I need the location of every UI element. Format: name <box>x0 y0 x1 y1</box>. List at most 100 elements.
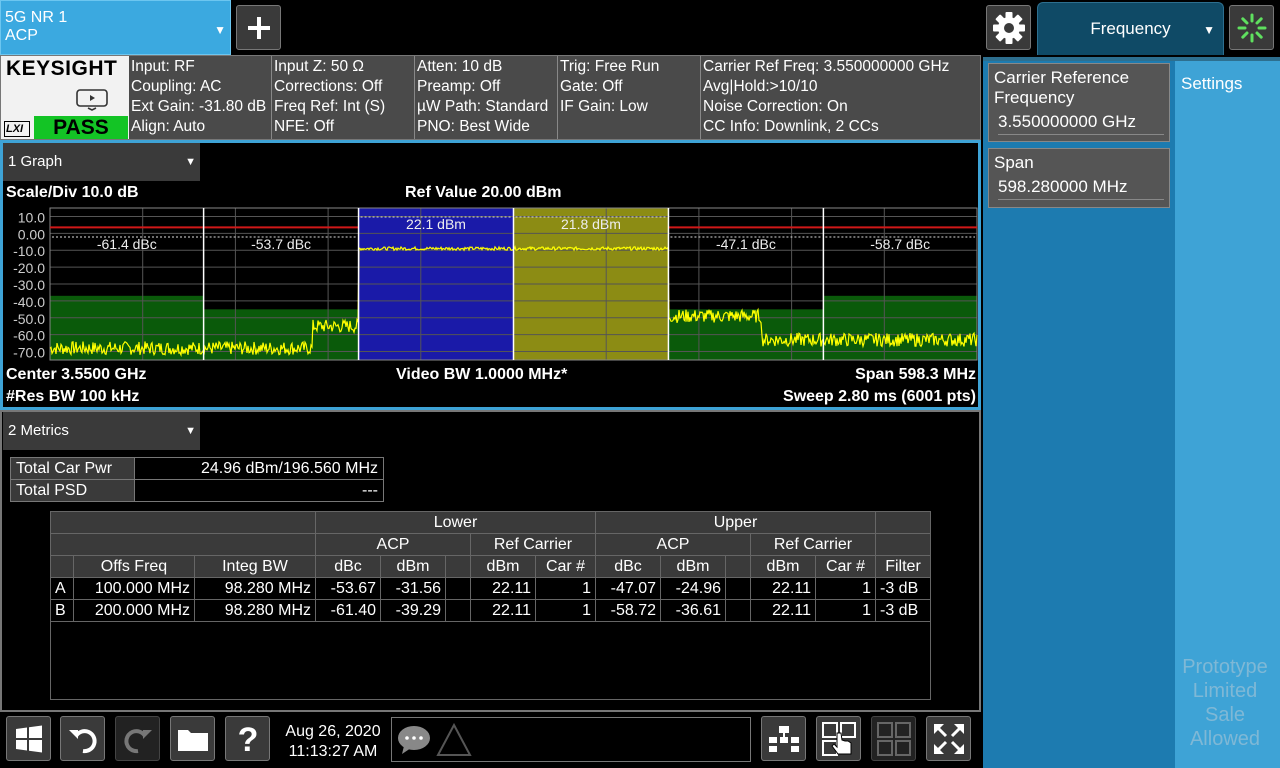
mode-name: 5G NR 1 <box>5 9 68 26</box>
info-gate: Gate: Off <box>560 78 623 95</box>
span-value[interactable]: 598.280000 MHz <box>998 177 1164 200</box>
header-lower-acp: ACP <box>315 533 471 556</box>
layout-icon <box>768 725 799 752</box>
dropdown-arrow-icon: ▼ <box>214 23 226 37</box>
lower-dbc-cell: -53.67 <box>315 577 381 600</box>
table-header-row: Lower Upper <box>50 511 931 534</box>
carrier-reference-frequency-control[interactable]: Carrier Reference Frequency 3.550000000 … <box>988 63 1170 142</box>
filter-cell: -3 dB <box>875 577 931 600</box>
header-cell <box>445 555 471 578</box>
y-tick-label: 10.0 <box>18 209 45 225</box>
table-row: Total Car Pwr 24.96 dBm/196.560 MHz <box>10 457 384 480</box>
fullscreen-icon <box>933 723 964 754</box>
total-car-pwr-label: Total Car Pwr <box>10 457 135 480</box>
mode-selector[interactable]: 5G NR 1 ACP ▼ <box>0 0 231 55</box>
divider <box>557 56 558 139</box>
multi-window-button[interactable] <box>871 716 916 761</box>
add-screen-button[interactable] <box>236 5 281 50</box>
metrics-window-title: 2 Metrics <box>8 422 69 439</box>
message-area[interactable] <box>391 717 751 762</box>
lower-dbm-cell: -39.29 <box>380 599 446 622</box>
header-lower: Lower <box>315 511 596 534</box>
upper-car-num-cell: 1 <box>815 599 876 622</box>
graph-window-selector[interactable]: 1 Graph ▼ <box>3 143 200 181</box>
system-settings-button[interactable] <box>986 5 1031 50</box>
info-pno: PNO: Best Wide <box>417 118 530 135</box>
limit-region <box>823 295 977 360</box>
header-lower-dbm: dBm <box>380 555 446 578</box>
divider <box>700 56 701 139</box>
header-cell <box>725 555 751 578</box>
y-tick-label: -20.0 <box>13 260 45 276</box>
table-cell <box>725 577 751 600</box>
undo-button[interactable] <box>60 716 105 761</box>
info-nfe: NFE: Off <box>274 118 335 135</box>
help-button[interactable]: ? <box>225 716 270 761</box>
dropdown-arrow-icon: ▼ <box>185 156 196 168</box>
info-preamp: Preamp: Off <box>417 78 501 95</box>
table-header-row: ACP Ref Carrier ACP Ref Carrier <box>50 533 931 556</box>
lower-car-num-cell: 1 <box>535 577 596 600</box>
info-input: Input: RF <box>131 58 195 75</box>
info-uw-path: µW Path: Standard <box>417 98 549 115</box>
segment-label: 22.1 dBm <box>406 216 466 232</box>
header-lower-dbc: dBc <box>315 555 381 578</box>
metrics-window-selector[interactable]: 2 Metrics ▼ <box>3 412 200 450</box>
header-cell <box>875 511 931 534</box>
dropdown-arrow-icon: ▼ <box>185 425 196 437</box>
summary-table: Total Car Pwr 24.96 dBm/196.560 MHz Tota… <box>10 457 384 502</box>
total-psd-value: --- <box>134 479 384 502</box>
lower-dbm-cell: -31.56 <box>380 577 446 600</box>
segment-label: -58.7 dBc <box>870 236 930 252</box>
redo-button[interactable] <box>115 716 160 761</box>
info-coupling: Coupling: AC <box>131 78 222 95</box>
upper-dbc-cell: -47.07 <box>595 577 661 600</box>
file-button[interactable] <box>170 716 215 761</box>
sweep-status-button[interactable] <box>1229 5 1274 50</box>
info-avg-hold: Avg|Hold:>10/10 <box>703 78 818 95</box>
scale-div-label: Scale/Div 10.0 dB <box>6 184 139 201</box>
spinner-icon <box>1237 13 1266 42</box>
y-tick-label: -10.0 <box>13 243 45 259</box>
header-cell <box>50 511 316 534</box>
touch-select-button[interactable] <box>816 716 861 761</box>
spectrum-plot[interactable]: 10.00.00-10.0-20.0-30.0-40.0-50.0-60.0-7… <box>0 202 981 364</box>
tab-settings[interactable]: Settings <box>1175 63 1276 105</box>
header-filter: Filter <box>875 555 931 578</box>
header-cell <box>50 555 74 578</box>
y-tick-label: -50.0 <box>13 311 45 327</box>
table-empty-area <box>50 621 931 700</box>
integ-bw-cell: 98.280 MHz <box>194 577 316 600</box>
fullscreen-button[interactable] <box>926 716 971 761</box>
segment-label: 21.8 dBm <box>561 216 621 232</box>
info-column-impedance: Input Z: 50 Ω Corrections: Off Freq Ref:… <box>274 57 385 137</box>
span-control[interactable]: Span 598.280000 MHz <box>988 148 1170 208</box>
info-column-attenuation: Atten: 10 dB Preamp: Off µW Path: Standa… <box>417 57 548 137</box>
screen-icon <box>76 89 108 116</box>
touch-icon <box>821 721 856 756</box>
total-car-pwr-value: 24.96 dBm/196.560 MHz <box>134 457 384 480</box>
table-cell <box>445 577 471 600</box>
row-id: A <box>50 577 74 600</box>
lxi-logo: LXI <box>4 121 30 137</box>
header-integ-bw: Integ BW <box>194 555 316 578</box>
segment-label: -61.4 dBc <box>97 236 157 252</box>
upper-dbm-cell: -36.61 <box>660 599 726 622</box>
info-noise-correction: Noise Correction: On <box>703 98 848 115</box>
integ-bw-cell: 98.280 MHz <box>194 599 316 622</box>
info-corrections: Corrections: Off <box>274 78 383 95</box>
video-bw-label: Video BW 1.0000 MHz* <box>396 366 568 383</box>
sweep-label: Sweep 2.80 ms (6001 pts) <box>783 388 976 405</box>
undo-icon <box>68 728 97 753</box>
windows-button[interactable] <box>6 716 51 761</box>
lower-ref-dbm-cell: 22.11 <box>470 577 536 600</box>
info-trig: Trig: Free Run <box>560 58 660 75</box>
layout-button[interactable] <box>761 716 806 761</box>
header-lower-ref-dbm: dBm <box>470 555 536 578</box>
upper-ref-dbm-cell: 22.11 <box>750 577 816 600</box>
dropdown-arrow-icon: ▼ <box>1203 23 1215 37</box>
carrier-reference-frequency-value[interactable]: 3.550000000 GHz <box>998 112 1164 135</box>
header-cell <box>875 533 931 556</box>
menu-frequency-tab[interactable]: Frequency ▼ <box>1037 2 1224 55</box>
windows-icon <box>15 725 42 752</box>
